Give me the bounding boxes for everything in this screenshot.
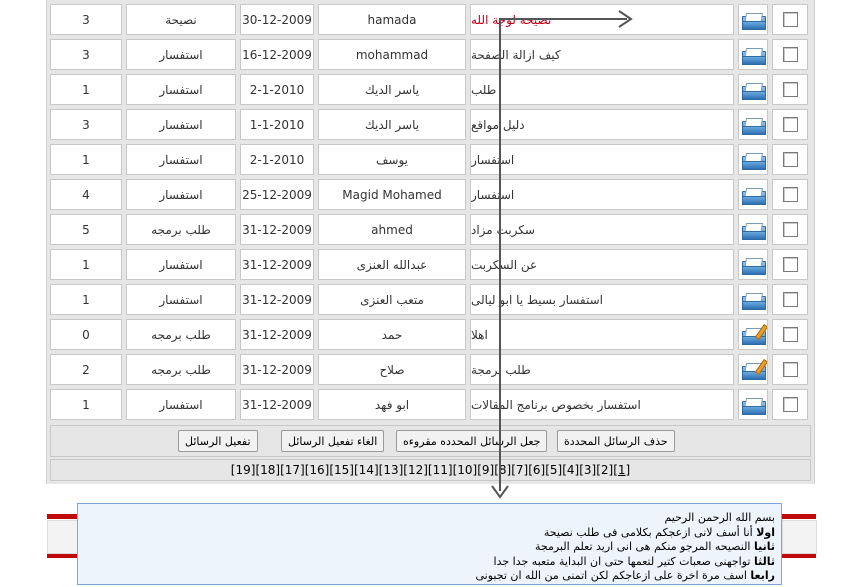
note-line-4-label: ثالثا [753, 554, 775, 568]
panel-edge-right [782, 520, 817, 554]
note-line-2-text: أنا أسف لانى ازعجكم بكلامى فى طلب نصيحة [543, 525, 757, 539]
note-line-4-text: تواجهنى صعبات كتير لتعمها حتى ان البداية… [493, 554, 754, 568]
note-line-2-label: اولا [756, 525, 775, 539]
note-line-5-label: رابعا [750, 569, 775, 582]
red-divider-right-top [782, 514, 816, 519]
note-line-3: ثانيا النصيحه المرجو منكم هى انى اريد تع… [78, 540, 775, 555]
note-line-5: رابعا اسف مرة اخرة على ازعاجكم لكن اتمنى… [78, 569, 775, 584]
panel-edge-left [47, 520, 79, 554]
arrow-heads [491, 10, 633, 499]
note-line-1: بسم الله الرحمن الرحيم [664, 511, 775, 524]
note-line-4: ثالثا تواجهنى صعبات كتير لتعمها حتى ان ا… [78, 555, 775, 570]
red-divider-left-top [47, 514, 77, 519]
note-line-5-text: اسف مرة اخرة على ازعاجكم لكن اتمنى من ال… [475, 569, 751, 582]
arrow-right-head [618, 10, 633, 28]
note-line-3-text: النصيحه المرجو منكم هى انى اريد تعلم الب… [535, 540, 754, 553]
annotation-note: بسم الله الرحمن الرحيم اولا أنا أسف لانى… [77, 503, 782, 585]
note-line-3-label: ثانيا [753, 540, 775, 553]
arrow-down-head [491, 485, 509, 499]
note-line-2: اولا أنا أسف لانى ازعجكم بكلامى فى طلب ن… [78, 526, 775, 541]
